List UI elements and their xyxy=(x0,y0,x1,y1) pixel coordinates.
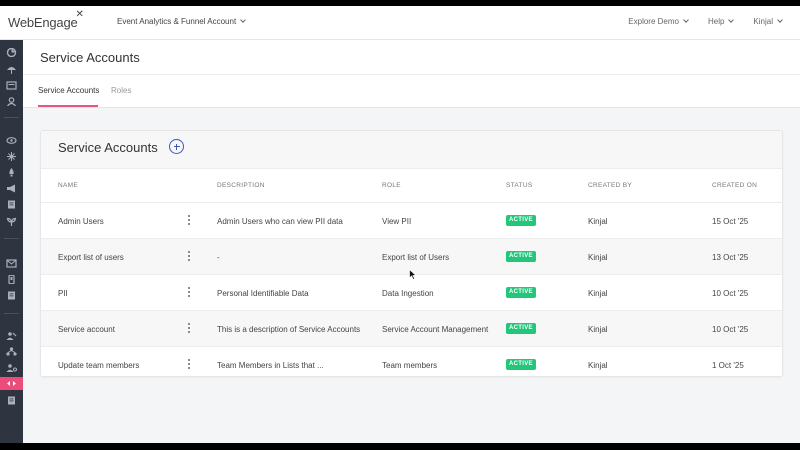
sidebar-divider xyxy=(4,238,19,239)
status-badge: ACTIVE xyxy=(506,251,536,262)
eye-icon[interactable] xyxy=(6,136,17,145)
row-menu-icon[interactable] xyxy=(187,287,191,299)
report-icon[interactable] xyxy=(6,200,17,209)
users-icon[interactable] xyxy=(6,97,17,106)
table-row[interactable]: PII Personal Identifiable Data Data Inge… xyxy=(41,275,782,311)
chevron-down-icon xyxy=(728,17,735,23)
row-name: Export list of users xyxy=(58,253,124,262)
logo-mark-icon: ✕ xyxy=(75,9,84,20)
tab-service-accounts[interactable]: Service Accounts xyxy=(38,86,99,95)
tab-roles[interactable]: Roles xyxy=(111,86,131,95)
sidebar-divider xyxy=(4,117,19,118)
row-role: View PII xyxy=(382,217,412,226)
team-icon[interactable] xyxy=(6,331,17,340)
megaphone-icon[interactable] xyxy=(6,184,17,193)
row-description: This is a description of Service Account… xyxy=(217,325,361,334)
add-service-account-button[interactable] xyxy=(169,139,184,154)
status-badge: ACTIVE xyxy=(506,359,536,370)
help-menu[interactable]: Help xyxy=(707,17,735,26)
app-window: WebEngage✕ Event Analytics & Funnel Acco… xyxy=(0,6,800,443)
document-icon[interactable] xyxy=(6,396,17,405)
table-row[interactable]: Update team members Team Members in List… xyxy=(41,347,782,383)
row-created-on: 10 Oct '25 xyxy=(712,289,749,298)
row-created-by: Kinjal xyxy=(588,325,608,334)
column-header-name: NAME xyxy=(58,182,78,189)
row-description: Personal Identifiable Data xyxy=(217,289,309,298)
row-role: Export list of Users xyxy=(382,253,450,262)
column-header-description: DESCRIPTION xyxy=(217,182,265,189)
webengage-logo[interactable]: WebEngage✕ xyxy=(8,9,84,30)
mouse-cursor-icon xyxy=(409,267,417,280)
row-menu-icon[interactable] xyxy=(187,359,191,371)
row-name: Update team members xyxy=(58,361,140,370)
status-badge: ACTIVE xyxy=(506,287,536,298)
row-description: - xyxy=(217,253,220,262)
column-header-created-on: CREATED ON xyxy=(712,182,758,189)
row-created-on: 1 Oct '25 xyxy=(712,361,744,370)
row-created-on: 15 Oct '25 xyxy=(712,217,749,226)
column-header-created-by: CREATED BY xyxy=(588,182,633,189)
inbox-icon[interactable] xyxy=(6,81,17,90)
status-badge: ACTIVE xyxy=(506,215,536,226)
umbrella-icon[interactable] xyxy=(6,65,17,74)
column-header-role: ROLE xyxy=(382,182,401,189)
page-title: Service Accounts xyxy=(40,50,140,65)
active-tab-indicator xyxy=(38,105,98,107)
page-header: Service Accounts Service Accounts Roles xyxy=(23,40,800,108)
table-row[interactable]: Service account This is a description of… xyxy=(41,311,782,347)
row-name: Service account xyxy=(58,325,115,334)
plant-icon[interactable] xyxy=(6,217,17,226)
dashboard-icon[interactable] xyxy=(6,48,17,57)
list-icon[interactable] xyxy=(6,291,17,300)
top-bar: WebEngage✕ Event Analytics & Funnel Acco… xyxy=(0,6,800,40)
row-menu-icon[interactable] xyxy=(187,215,191,227)
user-settings-icon[interactable] xyxy=(6,363,17,372)
table-row[interactable]: Admin Users Admin Users who can view PII… xyxy=(41,203,782,239)
row-created-by: Kinjal xyxy=(588,361,608,370)
header-divider xyxy=(23,74,800,75)
user-name-label: Kinjal xyxy=(753,17,773,26)
sparkle-icon[interactable] xyxy=(6,152,17,161)
row-description: Team Members in Lists that ... xyxy=(217,361,324,370)
row-role: Service Account Management xyxy=(382,325,489,334)
help-label: Help xyxy=(707,17,725,26)
chevron-down-icon xyxy=(683,17,689,23)
card-header: Service Accounts xyxy=(41,131,782,169)
card-title: Service Accounts xyxy=(58,140,158,155)
account-name: Event Analytics & Funnel Account xyxy=(117,17,237,26)
row-menu-icon[interactable] xyxy=(187,251,191,263)
row-created-by: Kinjal xyxy=(588,253,608,262)
sidebar-divider xyxy=(4,313,19,314)
row-role: Data Ingestion xyxy=(382,289,434,298)
rocket-icon[interactable] xyxy=(6,168,17,177)
row-menu-icon[interactable] xyxy=(187,323,191,335)
row-role: Team members xyxy=(382,361,438,370)
service-accounts-card: Service Accounts NAME DESCRIPTION ROLE S… xyxy=(40,130,783,377)
user-menu[interactable]: Kinjal xyxy=(753,17,783,26)
row-created-by: Kinjal xyxy=(588,289,608,298)
service-accounts-icon[interactable] xyxy=(6,379,17,388)
logo-text: WebEngage xyxy=(8,15,78,30)
status-badge: ACTIVE xyxy=(506,323,536,334)
row-created-by: Kinjal xyxy=(588,217,608,226)
explore-demo-menu[interactable]: Explore Demo xyxy=(628,17,689,26)
chevron-down-icon xyxy=(777,17,783,23)
row-name: Admin Users xyxy=(58,217,104,226)
account-switcher[interactable]: Event Analytics & Funnel Account xyxy=(117,17,247,26)
row-name: PII xyxy=(58,289,68,298)
row-created-on: 13 Oct '25 xyxy=(712,253,749,262)
org-icon[interactable] xyxy=(6,347,17,356)
mail-icon[interactable] xyxy=(6,259,17,268)
mobile-icon[interactable] xyxy=(6,275,17,284)
row-created-on: 10 Oct '25 xyxy=(712,325,749,334)
chevron-down-icon xyxy=(240,17,247,23)
explore-demo-label: Explore Demo xyxy=(628,17,679,26)
top-menu: Explore Demo Help Kinjal xyxy=(628,17,783,26)
left-sidebar xyxy=(0,40,23,443)
row-description: Admin Users who can view PII data xyxy=(217,217,343,226)
column-header-status: STATUS xyxy=(506,182,533,189)
